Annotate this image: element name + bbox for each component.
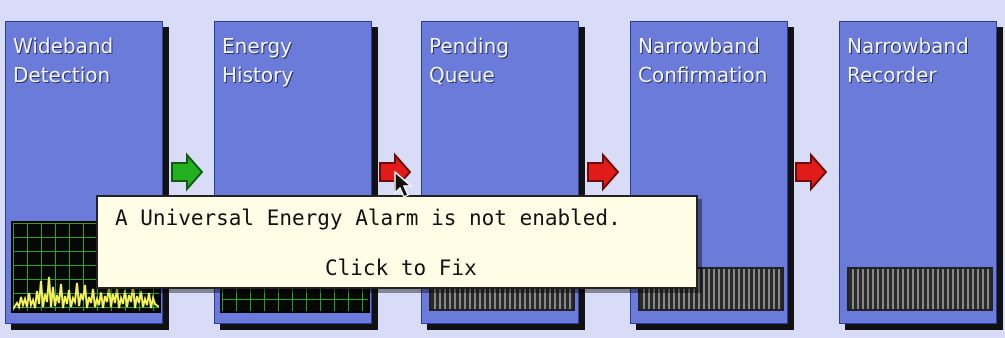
green-flow-arrow-icon xyxy=(170,152,204,192)
panel-title-pending-queue: Pending Queue xyxy=(429,34,509,87)
mouse-pointer-icon xyxy=(394,170,416,199)
panel-title-narrowband-confirmation: Narrowband Confirmation xyxy=(638,34,768,87)
panel-title-wideband-detection: Wideband Detection xyxy=(13,34,114,87)
panel-title-narrowband-recorder: Narrowband Recorder xyxy=(847,34,969,87)
tooltip-message: A Universal Energy Alarm is not enabled. xyxy=(115,206,621,230)
cursor-arrow-icon xyxy=(394,170,413,199)
red-flow-arrow-2-icon xyxy=(586,152,620,192)
right-arrow-icon xyxy=(795,152,828,192)
narrowband-recorder-level-meter xyxy=(847,267,993,311)
red-flow-arrow-3-icon xyxy=(794,152,828,192)
right-arrow-icon xyxy=(171,152,204,192)
narrowband-recorder-panel[interactable]: Narrowband Recorder xyxy=(839,21,997,324)
panel-title-energy-history: Energy History xyxy=(222,34,294,87)
alarm-warning-tooltip[interactable]: A Universal Energy Alarm is not enabled.… xyxy=(96,195,698,289)
signal-flow-diagram: Wideband Detection Energy History Pendin… xyxy=(0,0,1005,338)
click-to-fix-link[interactable]: Click to Fix xyxy=(325,256,477,280)
right-arrow-icon xyxy=(587,152,620,192)
